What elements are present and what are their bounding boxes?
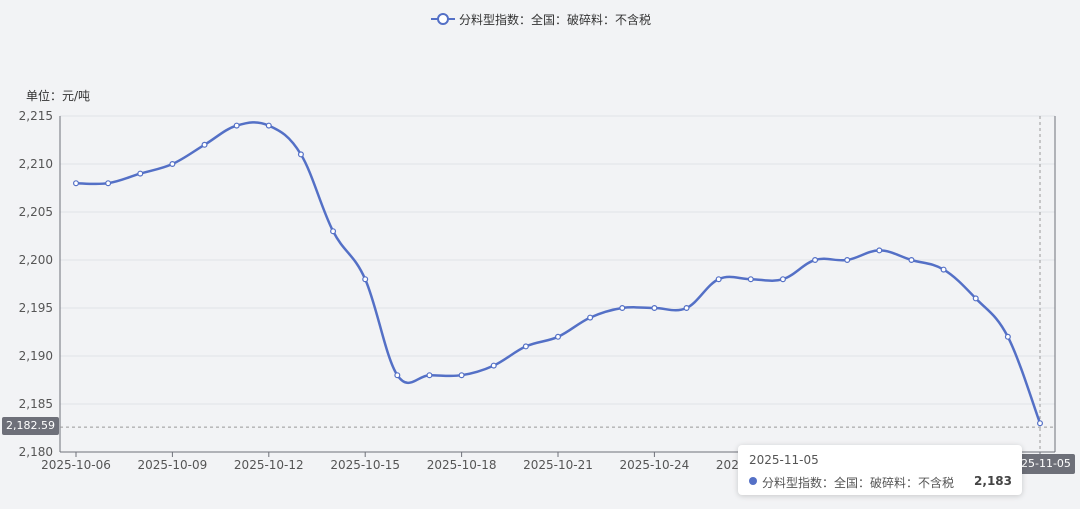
y-tick-label: 2,205	[19, 205, 53, 219]
data-point[interactable]	[715, 276, 722, 283]
data-point[interactable]	[330, 228, 337, 235]
data-point[interactable]	[972, 295, 979, 302]
y-axis-pointer-label: 2,182.59	[2, 417, 59, 435]
legend-label: 分料型指数：全国：破碎料：不含税	[459, 12, 651, 27]
data-point[interactable]	[362, 276, 369, 283]
legend[interactable]: 分料型指数：全国：破碎料：不含税	[431, 12, 651, 27]
data-point[interactable]	[779, 276, 786, 283]
legend-marker-icon	[437, 13, 449, 25]
y-tick-label: 2,215	[19, 109, 53, 123]
y-tick-label: 2,200	[19, 253, 53, 267]
y-tick-label: 2,190	[19, 349, 53, 363]
tooltip-value: 2,183	[974, 474, 1012, 488]
data-point[interactable]	[908, 257, 915, 264]
data-point[interactable]	[297, 151, 304, 158]
data-point[interactable]	[1004, 333, 1011, 340]
data-point[interactable]	[201, 141, 208, 148]
tooltip-series-name: 分料型指数：全国：破碎料：不含税	[762, 476, 955, 490]
axis-pointer	[60, 116, 1055, 452]
data-point[interactable]	[844, 257, 851, 264]
data-point[interactable]	[490, 362, 497, 369]
data-point[interactable]	[522, 343, 529, 350]
data-point[interactable]	[812, 257, 819, 264]
data-point[interactable]	[394, 372, 401, 379]
data-point[interactable]	[105, 180, 112, 187]
data-point[interactable]	[265, 122, 272, 129]
y-tick-label: 2,185	[19, 397, 53, 411]
data-point[interactable]	[940, 266, 947, 273]
data-point[interactable]	[683, 305, 690, 312]
x-tick-label: 2025-10-12	[234, 458, 304, 472]
grid-lines	[60, 115, 1055, 453]
data-point[interactable]	[72, 180, 79, 187]
data-point[interactable]	[426, 372, 433, 379]
y-tick-label: 2,195	[19, 301, 53, 315]
x-tick-label: 2025-10-09	[138, 458, 208, 472]
tooltip: 2025-11-05 分料型指数：全国：破碎料：不含税 2,183	[738, 445, 1022, 495]
x-tick-label: 2025-10-24	[620, 458, 690, 472]
tooltip-date: 2025-11-05	[749, 453, 819, 467]
y-tick-label: 2,210	[19, 157, 53, 171]
series-points[interactable]	[72, 122, 1043, 427]
data-point[interactable]	[651, 305, 658, 312]
data-point[interactable]	[458, 372, 465, 379]
y-axis: 2,180 2,185 2,190 2,195 2,200 2,205 2,210 2,215	[19, 109, 1056, 459]
tooltip-series-marker	[749, 477, 757, 485]
data-point[interactable]	[747, 276, 754, 283]
x-tick-label: 2025-10-21	[523, 458, 593, 472]
data-point[interactable]	[554, 333, 561, 340]
data-point[interactable]	[1036, 420, 1043, 427]
data-point[interactable]	[137, 170, 144, 177]
series-line	[75, 121, 1042, 424]
data-point[interactable]	[876, 247, 883, 254]
data-point[interactable]	[587, 314, 594, 321]
line-chart: 2,180 2,185 2,190 2,195 2,200 2,205 2,210 2,215…	[19, 12, 1075, 472]
x-tick-label: 2025-10-18	[427, 458, 497, 472]
x-tick-label: 2025-10-06	[41, 458, 111, 472]
data-point[interactable]	[169, 161, 176, 168]
y-axis-unit-label: 单位：元/吨	[26, 88, 90, 103]
x-tick-label: 2025-10-15	[330, 458, 400, 472]
data-point[interactable]	[619, 305, 626, 312]
data-point[interactable]	[233, 122, 240, 129]
y-tick-label: 2,180	[19, 445, 53, 459]
